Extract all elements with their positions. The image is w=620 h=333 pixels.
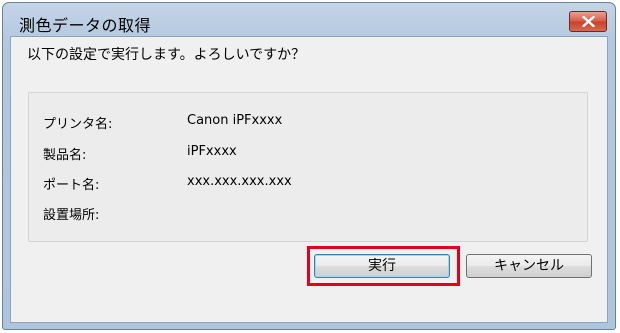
highlight-box (307, 246, 460, 286)
port-name-label: ポート名: (43, 178, 100, 193)
product-name-label: 製品名: (43, 148, 87, 163)
info-row-product-name: 製品名: iPFxxxx (29, 144, 587, 164)
close-icon (582, 16, 595, 27)
window-title: 測色データの取得 (19, 16, 152, 35)
info-row-location: 設置場所: (29, 204, 587, 224)
title-bar[interactable]: 測色データの取得 (3, 3, 615, 37)
location-label: 設置場所: (43, 208, 100, 223)
port-name-value: xxx.xxx.xxx.xxx (187, 174, 292, 189)
close-button[interactable] (569, 11, 607, 32)
info-row-printer-name: プリンタ名: Canon iPFxxxx (29, 113, 587, 133)
confirmation-message: 以下の設定で実行します。よろしいですか？ (27, 47, 306, 63)
product-name-value: iPFxxxx (187, 144, 237, 159)
printer-name-value: Canon iPFxxxx (187, 113, 283, 128)
cancel-button[interactable]: キャンセル (466, 254, 592, 278)
printer-name-label: プリンタ名: (43, 117, 113, 132)
info-row-port-name: ポート名: xxx.xxx.xxx.xxx (29, 174, 587, 194)
settings-info-panel: プリンタ名: Canon iPFxxxx 製品名: iPFxxxx ポート名: … (28, 92, 588, 242)
